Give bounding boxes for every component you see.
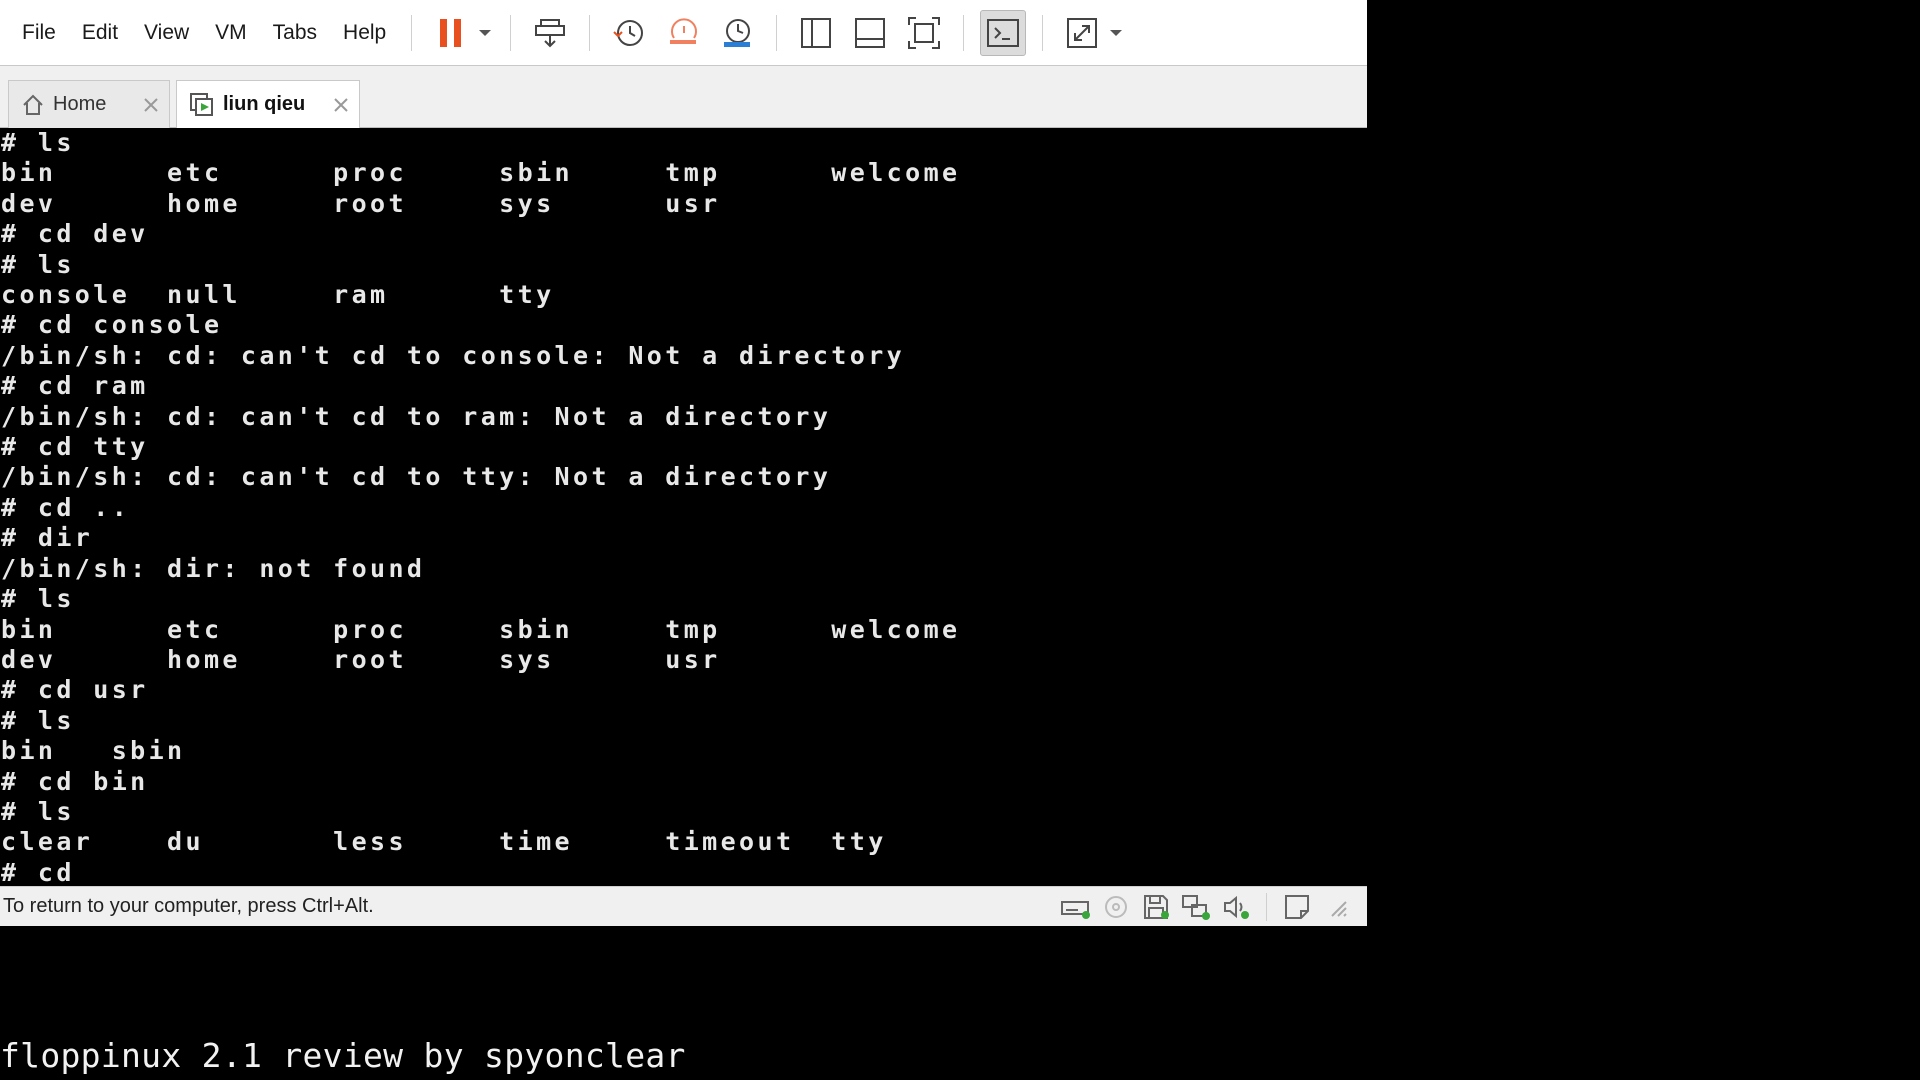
status-separator xyxy=(1266,892,1267,921)
pause-icon xyxy=(440,18,462,47)
console-line: dev home root sys usr xyxy=(1,644,721,674)
console-line: /bin/sh: dir: not found xyxy=(1,553,426,583)
floppy-icon[interactable] xyxy=(1139,890,1173,924)
home-icon xyxy=(21,93,45,117)
sound-icon[interactable] xyxy=(1219,890,1253,924)
terminal-icon xyxy=(987,18,1020,47)
send-keys-icon xyxy=(535,18,566,47)
close-icon[interactable] xyxy=(143,97,159,113)
menu-tabs[interactable]: Tabs xyxy=(260,0,330,66)
show-library-button[interactable] xyxy=(793,10,839,56)
console-view-button[interactable] xyxy=(980,9,1027,56)
console-line: # ls xyxy=(1,705,75,735)
chevron-down-icon xyxy=(479,29,492,36)
library-pane-icon xyxy=(801,17,832,48)
console-line: console null ram tty xyxy=(1,280,555,310)
tab-home-label: Home xyxy=(53,93,107,115)
cd-dvd-icon[interactable] xyxy=(1099,890,1133,924)
video-caption: floppinux 2.1 review by spyonclear xyxy=(0,1036,686,1075)
thumbnail-bar-icon xyxy=(855,17,886,48)
menubar: File Edit View VM Tabs Help xyxy=(0,0,1367,66)
snapshot-manager-button[interactable] xyxy=(714,10,760,56)
close-icon[interactable] xyxy=(333,97,349,113)
console-output: # ls bin etc proc sbin tmp welcome dev h… xyxy=(0,128,1367,886)
console-line: /bin/sh: cd: can't cd to tty: Not a dire… xyxy=(1,462,832,492)
menu-help[interactable]: Help xyxy=(330,0,399,66)
send-ctrl-alt-del-button[interactable] xyxy=(527,10,573,56)
network-icon[interactable] xyxy=(1179,890,1213,924)
pause-button[interactable] xyxy=(428,10,474,56)
menu-view[interactable]: View xyxy=(131,0,202,66)
console-line: # ls xyxy=(1,249,75,279)
message-log-icon[interactable] xyxy=(1280,890,1314,924)
toolbar-separator xyxy=(411,14,413,51)
console-line: # cd console xyxy=(1,310,223,340)
console-line: # dir xyxy=(1,523,94,553)
vm-window: File Edit View VM Tabs Help Home liun qi… xyxy=(0,0,1367,926)
toolbar-separator xyxy=(963,14,965,51)
take-snapshot-button[interactable] xyxy=(606,10,652,56)
toolbar-separator xyxy=(589,14,591,51)
toolbar-separator xyxy=(776,14,778,51)
show-thumbnail-bar-button[interactable] xyxy=(847,10,893,56)
snapshot-manager-icon xyxy=(724,18,751,47)
full-screen-button[interactable] xyxy=(901,10,947,56)
tab-vm-label: liun qieu xyxy=(223,93,306,115)
console-line: /bin/sh: cd: can't cd to ram: Not a dire… xyxy=(1,401,832,431)
stretch-guest-button[interactable] xyxy=(1059,10,1105,56)
stretch-dropdown[interactable] xyxy=(1107,10,1125,56)
toolbar-separator xyxy=(1042,14,1044,51)
tab-home[interactable]: Home xyxy=(8,80,170,128)
console-line: # cd dev xyxy=(1,219,149,249)
tab-bar: Home liun qieu xyxy=(0,66,1367,128)
stretch-icon xyxy=(1067,17,1098,48)
console-line: # cd .. xyxy=(1,492,131,522)
menu-vm[interactable]: VM xyxy=(202,0,260,66)
console-line: bin etc proc sbin tmp welcome xyxy=(1,158,961,188)
hard-disk-icon[interactable] xyxy=(1059,890,1093,924)
toolbar-separator xyxy=(510,14,512,51)
console-line: # ls xyxy=(1,796,75,826)
menu-edit[interactable]: Edit xyxy=(69,0,131,66)
tab-vm-liun-qieu[interactable]: liun qieu xyxy=(176,80,360,128)
vm-icon xyxy=(189,92,215,118)
full-screen-icon xyxy=(908,16,941,49)
console-line: # ls xyxy=(1,584,75,614)
console-line: /bin/sh: cd: can't cd to console: Not a … xyxy=(1,340,906,370)
console-line: bin sbin xyxy=(1,736,186,766)
console-line: # cd ram xyxy=(1,371,149,401)
console-line: # cd bin xyxy=(1,766,149,796)
console-line: # cd usr xyxy=(1,675,149,705)
status-message: To return to your computer, press Ctrl+A… xyxy=(3,895,374,917)
snapshot-clock-icon xyxy=(613,19,644,46)
resize-grip-icon[interactable] xyxy=(1320,890,1354,924)
device-status-icons xyxy=(1056,890,1367,924)
revert-clock-icon xyxy=(670,17,698,44)
vm-console[interactable]: # ls bin etc proc sbin tmp welcome dev h… xyxy=(0,128,1367,886)
power-dropdown[interactable] xyxy=(476,10,494,56)
status-bar: To return to your computer, press Ctrl+A… xyxy=(0,886,1367,926)
menu-file[interactable]: File xyxy=(0,0,69,66)
console-line: dev home root sys usr xyxy=(1,188,721,218)
revert-snapshot-button[interactable] xyxy=(660,10,706,56)
console-line: clear du less time timeout tty xyxy=(1,827,887,857)
console-line: # cd xyxy=(1,857,75,886)
console-line: # ls xyxy=(1,128,75,157)
chevron-down-icon xyxy=(1110,29,1123,36)
console-line: bin etc proc sbin tmp welcome xyxy=(1,614,961,644)
console-line: # cd tty xyxy=(1,432,149,462)
